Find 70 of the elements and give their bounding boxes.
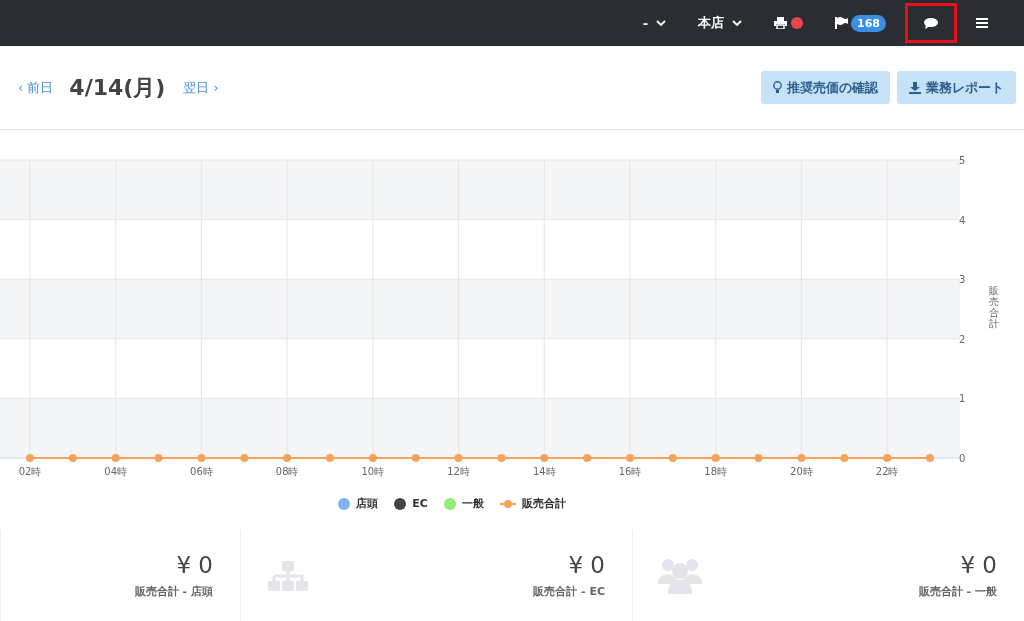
data-point [111, 454, 120, 462]
sales-amount: ¥ 0 [567, 552, 605, 578]
data-point [197, 454, 206, 462]
speech-bubble-icon [924, 17, 938, 29]
y-tick-label: 3 [959, 274, 966, 286]
y-axis-title: 販売合計 [989, 285, 999, 329]
data-point [883, 454, 892, 462]
count-badge: 168 [851, 14, 886, 32]
x-tick-label: 06時 [190, 466, 213, 477]
chevron-down-icon [656, 19, 667, 27]
data-point [283, 454, 292, 462]
x-tick-label: 18時 [704, 466, 728, 477]
x-tick-label: 20時 [790, 466, 813, 477]
data-point [626, 454, 634, 462]
x-tick-label: 10時 [361, 466, 385, 477]
data-point [840, 454, 849, 462]
y-tick-label: 5 [959, 155, 966, 166]
x-tick-label: 08時 [275, 466, 299, 477]
sales-label: 販売合計 - 一般 [918, 584, 997, 599]
legend-label: EC [412, 497, 428, 510]
flag-icon [835, 17, 849, 29]
download-icon [909, 81, 921, 94]
chevron-down-icon [732, 19, 743, 27]
y-tick-label: 0 [959, 453, 966, 464]
y-tick-label: 2 [959, 333, 966, 345]
y-tick-label: 1 [959, 393, 966, 405]
notifications-button[interactable]: 168 [819, 0, 902, 46]
people-icon [658, 557, 702, 594]
dropdown-button[interactable]: 本店 [682, 0, 759, 46]
sales-label: 販売合計 - EC [533, 584, 605, 599]
sales-amount: ¥ 0 [175, 552, 213, 578]
legend-label: 販売合計 [521, 496, 566, 511]
sales-label: 販売合計 - 店頭 [134, 584, 213, 599]
legend-label: 一般 [461, 496, 484, 511]
chat-button[interactable] [902, 0, 960, 46]
data-point [68, 454, 77, 462]
date-title: 4/14(月) [69, 73, 166, 102]
data-point [154, 454, 163, 462]
legend-label: 店頭 [356, 496, 379, 511]
data-point [583, 454, 592, 462]
data-point [668, 454, 677, 462]
data-point [497, 454, 506, 462]
data-point [368, 454, 377, 462]
x-tick-label: 12時 [447, 466, 470, 477]
data-point [326, 454, 334, 462]
data-point [454, 454, 463, 462]
data-point [540, 454, 549, 462]
x-tick-label: 04時 [104, 466, 128, 477]
sales-amount: ¥ 0 [959, 552, 997, 578]
x-tick-label: 22時 [875, 466, 899, 477]
network-icon [266, 560, 310, 591]
data-point [926, 454, 934, 462]
data-point [240, 454, 249, 462]
data-point [711, 454, 720, 462]
previous-day-link[interactable]: ‹ 前日 [18, 78, 54, 97]
data-point [797, 454, 806, 462]
recommended-price-button[interactable]: 推奨売価の確認 [761, 71, 890, 104]
report-button[interactable]: 業務レポート [897, 71, 1016, 104]
data-point [754, 454, 763, 462]
data-point [26, 454, 34, 462]
y-tick-label: 4 [959, 214, 966, 226]
x-tick-label: 02時 [18, 466, 42, 477]
printer-icon [774, 17, 788, 29]
lightbulb-icon [773, 81, 782, 94]
data-point [411, 454, 420, 462]
x-tick-label: 16時 [618, 466, 642, 477]
next-day-link[interactable]: 翌日 › [183, 78, 219, 97]
x-tick-label: 14時 [532, 466, 556, 477]
menu-icon [976, 18, 988, 28]
dropdown-button[interactable]: - [626, 0, 683, 46]
